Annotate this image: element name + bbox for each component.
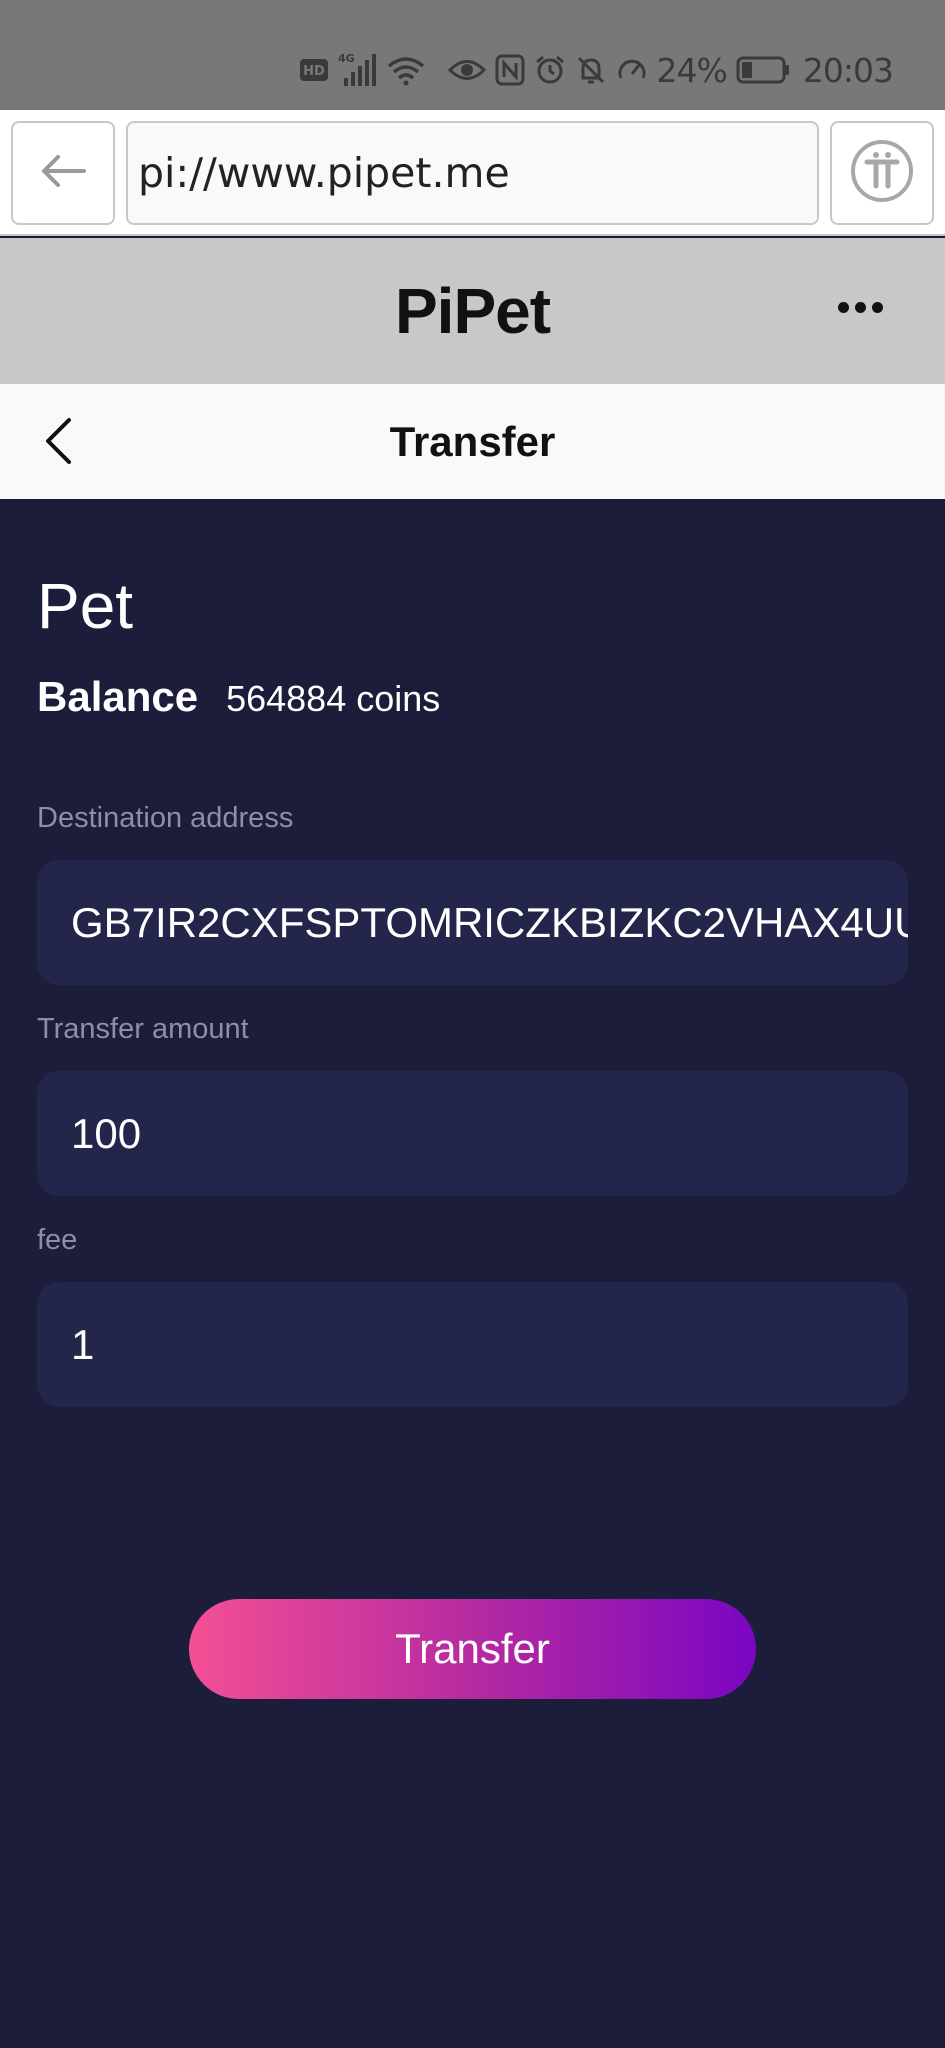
fee-input[interactable] <box>71 1320 908 1369</box>
transfer-button[interactable]: Transfer <box>189 1599 756 1699</box>
eye-icon <box>447 57 486 83</box>
wifi-icon <box>387 54 425 86</box>
pet-heading: Pet <box>37 570 134 642</box>
balance-label: Balance <box>37 673 199 720</box>
fee-field[interactable] <box>37 1282 908 1407</box>
status-icons: HD 4G 24% 20:03 <box>299 48 894 92</box>
hd-icon: HD <box>299 57 329 83</box>
speedometer-icon <box>616 54 648 86</box>
pi-logo-icon <box>849 138 915 209</box>
browser-back-button[interactable] <box>11 121 115 225</box>
balance-value: 564884 coins <box>226 678 441 719</box>
destination-address-field[interactable] <box>37 860 908 985</box>
transfer-form: Pet Balance 564884 coins Destination add… <box>0 499 945 2048</box>
alarm-icon <box>534 54 566 86</box>
clock: 20:03 <box>802 50 894 90</box>
transfer-amount-label: Transfer amount <box>37 1013 249 1045</box>
page-title: Transfer <box>389 418 556 465</box>
fee-label: fee <box>37 1224 78 1256</box>
page-nav: Transfer <box>0 384 945 499</box>
url-text: pi://www.pipet.me <box>138 149 510 197</box>
battery-percent: 24% <box>656 50 728 90</box>
bell-off-icon <box>575 54 607 86</box>
status-bar: HD 4G 24% 20:03 <box>0 0 945 110</box>
signal-4g-icon: 4G <box>338 52 378 88</box>
app-title: PiPet <box>394 275 551 347</box>
pi-browser-button[interactable] <box>830 121 934 225</box>
transfer-amount-input[interactable] <box>71 1109 908 1158</box>
svg-text:4G: 4G <box>338 52 355 65</box>
app-header: PiPet <box>0 238 945 384</box>
svg-text:HD: HD <box>303 64 325 79</box>
more-options-icon[interactable] <box>838 302 883 313</box>
destination-address-label: Destination address <box>37 802 294 834</box>
nfc-icon <box>495 54 525 86</box>
url-bar[interactable]: pi://www.pipet.me <box>126 121 819 225</box>
destination-address-input[interactable] <box>71 898 908 947</box>
battery-icon <box>736 55 790 85</box>
balance-row: Balance 564884 coins <box>37 673 440 721</box>
arrow-left-icon <box>40 154 86 193</box>
browser-toolbar: pi://www.pipet.me <box>0 110 945 236</box>
transfer-amount-field[interactable] <box>37 1071 908 1196</box>
